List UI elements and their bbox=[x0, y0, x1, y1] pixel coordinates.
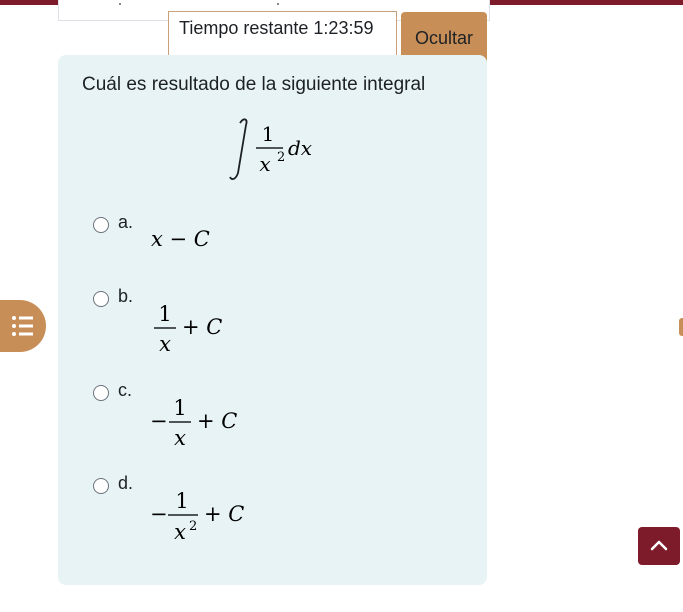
radio-a[interactable] bbox=[93, 217, 109, 233]
option-letter-b: b. bbox=[118, 286, 134, 306]
option-b[interactable]: b. 1 x + C bbox=[93, 286, 393, 356]
integral-sign bbox=[229, 118, 248, 180]
option-c-numerator: 1 bbox=[173, 396, 186, 420]
integral-denominator: x bbox=[259, 152, 270, 176]
option-c[interactable]: c. − 1 x + C bbox=[93, 380, 393, 450]
option-d-denominator: x bbox=[174, 520, 186, 544]
quiz-navigation-button[interactable] bbox=[0, 300, 46, 352]
option-d[interactable]: d. − 1 x 2 + C bbox=[93, 473, 393, 544]
right-drawer-handle[interactable] bbox=[679, 318, 683, 336]
list-icon bbox=[12, 316, 33, 336]
chevron-up-icon bbox=[650, 540, 668, 551]
timer-text: Tiempo restante 1:23:59 bbox=[179, 18, 373, 39]
integral-differential: dx bbox=[288, 136, 312, 160]
timer-value: 1:23:59 bbox=[313, 18, 374, 38]
integral-svg: 1 x 2 dx bbox=[229, 118, 312, 180]
integral-expression: 1 x 2 dx bbox=[228, 115, 338, 185]
question-text: Cuál es resultado de la siguiente integr… bbox=[82, 74, 426, 95]
option-c-tail: + C bbox=[197, 409, 237, 433]
option-d-numerator: 1 bbox=[175, 489, 188, 513]
option-b-denominator: x bbox=[159, 332, 171, 356]
option-letter-c: c. bbox=[118, 380, 133, 400]
radio-c[interactable] bbox=[93, 385, 109, 401]
option-c-denominator: x bbox=[174, 426, 186, 450]
integral-exponent: 2 bbox=[277, 150, 285, 165]
radio-d[interactable] bbox=[93, 478, 109, 494]
option-b-tail: + C bbox=[182, 315, 222, 339]
option-letter-a: a. bbox=[118, 212, 134, 232]
option-c-sign: − bbox=[150, 409, 168, 433]
option-b-numerator: 1 bbox=[158, 302, 171, 326]
timer-label: Tiempo restante bbox=[179, 18, 309, 38]
option-d-exponent: 2 bbox=[189, 519, 197, 534]
radio-b[interactable] bbox=[93, 291, 109, 307]
option-a[interactable]: a. x − C bbox=[93, 212, 393, 282]
question-card: Cuál es resultado de la siguiente integr… bbox=[58, 55, 487, 585]
option-a-expr: x − C bbox=[151, 227, 210, 251]
option-d-tail: + C bbox=[204, 502, 244, 526]
back-to-top-button[interactable] bbox=[638, 527, 680, 565]
option-d-sign: − bbox=[150, 502, 168, 526]
option-letter-d: d. bbox=[118, 473, 134, 493]
integral-numerator: 1 bbox=[262, 122, 275, 146]
